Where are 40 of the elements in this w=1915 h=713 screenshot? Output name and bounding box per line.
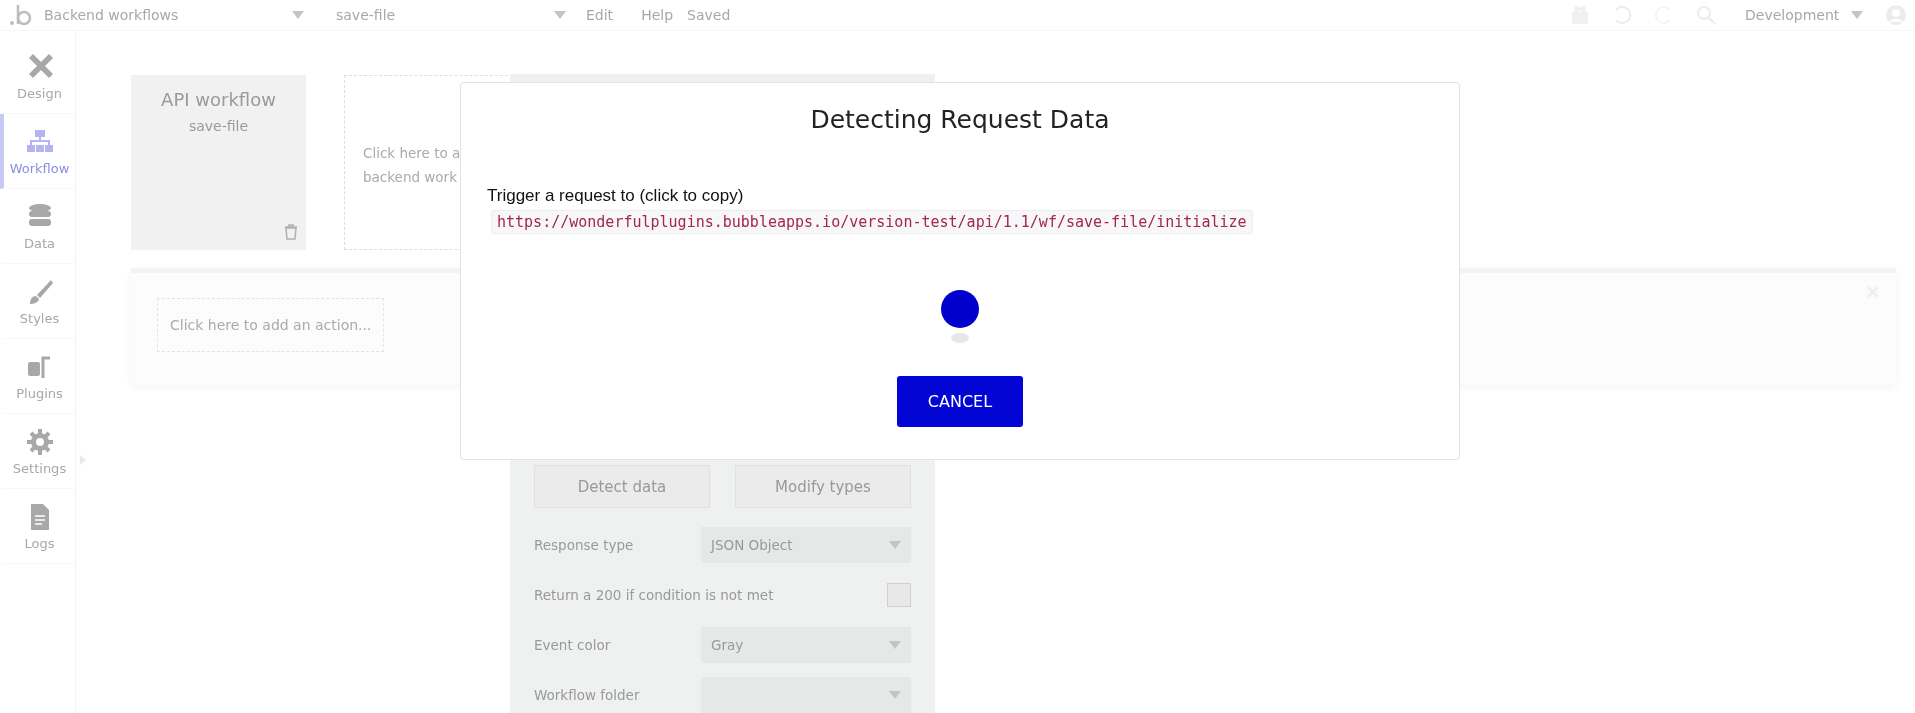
trash-icon[interactable] xyxy=(284,224,298,240)
event-card[interactable]: API workflow save-file xyxy=(131,75,306,250)
caret-icon xyxy=(889,691,901,699)
select-field[interactable]: JSON Object xyxy=(701,527,911,563)
settings-icon xyxy=(24,426,55,457)
environment-dropdown[interactable]: Development xyxy=(1739,7,1869,23)
event-name: save-file xyxy=(187,118,250,134)
sidebar-item[interactable]: Design xyxy=(0,39,75,114)
select-field[interactable]: Gray xyxy=(701,627,911,663)
checkbox[interactable] xyxy=(887,583,911,607)
sidebar-item[interactable]: Plugins xyxy=(0,339,75,414)
request-label: Trigger a request to (click to copy) xyxy=(487,186,745,206)
menu-item[interactable]: Help xyxy=(641,7,674,23)
field-label: Event color xyxy=(534,637,611,653)
panel-button[interactable]: Modify types xyxy=(735,465,911,508)
select-field[interactable] xyxy=(701,677,911,713)
caret-icon xyxy=(554,11,566,19)
caret-icon xyxy=(889,541,901,549)
caret-icon xyxy=(292,11,304,19)
sidebar-item[interactable]: Styles xyxy=(0,264,75,339)
sidebar-item[interactable]: Workflow xyxy=(0,114,75,189)
add-action-placeholder[interactable]: Click here to add an action... xyxy=(157,298,385,352)
field-label: Workflow folder xyxy=(534,687,640,703)
panel-button[interactable]: Detect data xyxy=(534,465,710,508)
menu-item[interactable]: Edit xyxy=(586,7,614,23)
caret-icon xyxy=(889,641,901,649)
field-label: Return a 200 if condition is not met xyxy=(534,587,774,603)
request-url[interactable]: https://wonderfulplugins.bubbleapps.io/version-test/api/1.1/wf/save-file/initialize xyxy=(491,210,1253,234)
workflow-dropdown[interactable]: save-file xyxy=(330,7,572,23)
save-status: Saved xyxy=(687,7,731,23)
cancel-button[interactable]: CANCEL xyxy=(897,376,1023,427)
field-label: Response type xyxy=(534,537,634,553)
modal-title: Detecting Request Data xyxy=(810,105,1110,134)
sidebar-item[interactable]: Logs xyxy=(0,489,75,564)
page-dropdown[interactable]: Backend workflows xyxy=(38,7,310,23)
sidebar-item[interactable]: Data xyxy=(0,189,75,264)
event-title: API workflow xyxy=(160,89,277,110)
loading-spinner-icon xyxy=(940,290,980,346)
caret-icon xyxy=(1851,11,1863,19)
sidebar-item[interactable]: Settings xyxy=(0,414,75,489)
